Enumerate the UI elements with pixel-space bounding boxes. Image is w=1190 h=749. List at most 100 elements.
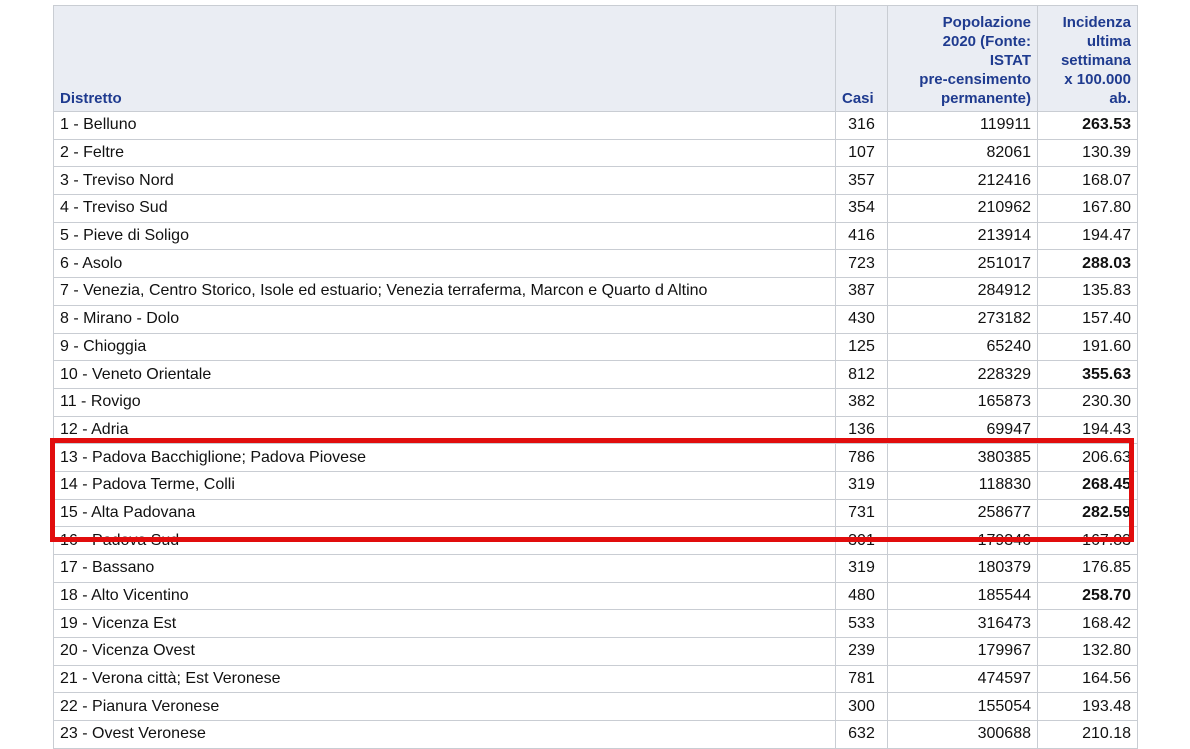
table-row: 5 - Pieve di Soligo 416 213914 194.47: [53, 221, 1138, 251]
cell-district: 23 - Ovest Veronese: [53, 720, 836, 749]
table-row: 10 - Veneto Orientale 812 228329 355.63: [53, 360, 1138, 389]
cell-cases: 125: [835, 332, 888, 362]
cell-population: 284912: [887, 277, 1038, 306]
cell-incidence: 194.47: [1037, 221, 1138, 251]
table-row: 21 - Verona città; Est Veronese 781 474597…: [53, 664, 1138, 694]
header-incidence-line: ab.: [1109, 90, 1131, 107]
cell-incidence: 210.18: [1037, 720, 1138, 749]
header-incidence-line: ultima: [1086, 33, 1131, 50]
cell-incidence: 206.63: [1037, 443, 1138, 472]
header-population-line: pre-censimento: [919, 71, 1031, 88]
table-row: 11 - Rovigo 382 165873 230.30: [53, 387, 1138, 417]
cell-population: 213914: [887, 221, 1038, 251]
cell-incidence: 130.39: [1037, 138, 1138, 168]
cell-population: 474597: [887, 664, 1038, 694]
cell-population: 228329: [887, 360, 1038, 389]
cell-cases: 357: [835, 166, 888, 196]
cell-population: 316473: [887, 609, 1038, 639]
cell-cases: 480: [835, 581, 888, 611]
header-population-line: permanente): [940, 90, 1031, 107]
table-row: 2 - Feltre 107 82061 130.39: [53, 138, 1138, 168]
cell-incidence: 282.59: [1037, 498, 1138, 528]
cell-district: 6 - Asolo: [53, 249, 836, 279]
cell-incidence: 288.03: [1037, 249, 1138, 279]
cell-cases: 533: [835, 609, 888, 639]
cell-incidence: 268.45: [1037, 470, 1138, 500]
cell-incidence: 167.83: [1037, 526, 1138, 555]
cell-district: 3 - Treviso Nord: [53, 166, 836, 196]
cell-cases: 632: [835, 720, 888, 749]
district-table-container: Distretto Casi Popolazione 2020 (Fonte: …: [53, 5, 1138, 749]
district-table: Distretto Casi Popolazione 2020 (Fonte: …: [53, 5, 1138, 749]
header-cases: Casi: [835, 5, 888, 112]
cell-population: 210962: [887, 194, 1038, 223]
table-row: 20 - Vicenza Ovest 239 179967 132.80: [53, 637, 1138, 666]
cell-population: 179967: [887, 637, 1038, 666]
table-row: 9 - Chioggia 125 65240 191.60: [53, 332, 1138, 362]
cell-district: 15 - Alta Padovana: [53, 498, 836, 528]
cell-cases: 812: [835, 360, 888, 389]
cell-incidence: 157.40: [1037, 304, 1138, 334]
cell-cases: 354: [835, 194, 888, 223]
cell-district: 20 - Vicenza Ovest: [53, 637, 836, 666]
cell-population: 65240: [887, 332, 1038, 362]
cell-district: 2 - Feltre: [53, 138, 836, 168]
cell-population: 165873: [887, 387, 1038, 417]
header-incidence-line: Incidenza: [1062, 14, 1131, 31]
cell-population: 185544: [887, 581, 1038, 611]
cell-population: 118830: [887, 470, 1038, 500]
cell-population: 212416: [887, 166, 1038, 196]
cell-incidence: 258.70: [1037, 581, 1138, 611]
table-row: 14 - Padova Terme, Colli 319 118830 268.45: [53, 470, 1138, 500]
table-row: 15 - Alta Padovana 731 258677 282.59: [53, 498, 1138, 528]
header-population-line: ISTAT: [989, 52, 1031, 69]
header-population-line: 2020 (Fonte:: [942, 33, 1031, 50]
cell-incidence: 191.60: [1037, 332, 1138, 362]
cell-cases: 319: [835, 470, 888, 500]
cell-incidence: 355.63: [1037, 360, 1138, 389]
cell-cases: 300: [835, 692, 888, 722]
cell-incidence: 263.53: [1037, 111, 1138, 140]
cell-incidence: 230.30: [1037, 387, 1138, 417]
table-row: 19 - Vicenza Est 533 316473 168.42: [53, 609, 1138, 639]
table-row: 17 - Bassano 319 180379 176.85: [53, 554, 1138, 583]
table-row: 1 - Belluno 316 119911 263.53: [53, 111, 1138, 140]
header-population: Popolazione 2020 (Fonte: ISTAT pre-censi…: [887, 5, 1038, 112]
table-body: 1 - Belluno 316 119911 263.53 2 - Feltre 107 8…: [53, 111, 1138, 749]
table-row: 16 - Padova Sud 301 179346 167.83: [53, 526, 1138, 555]
cell-cases: 239: [835, 637, 888, 666]
cell-district: 10 - Veneto Orientale: [53, 360, 836, 389]
cell-cases: 731: [835, 498, 888, 528]
cell-district: 11 - Rovigo: [53, 387, 836, 417]
cell-district: 16 - Padova Sud: [53, 526, 836, 555]
cell-population: 82061: [887, 138, 1038, 168]
table-row: 23 - Ovest Veronese 632 300688 210.18: [53, 720, 1138, 749]
table-row: 4 - Treviso Sud 354 210962 167.80: [53, 194, 1138, 223]
cell-incidence: 168.07: [1037, 166, 1138, 196]
table-row: 12 - Adria 136 69947 194.43: [53, 415, 1138, 445]
header-incidence-line: x 100.000: [1064, 71, 1131, 88]
cell-district: 4 - Treviso Sud: [53, 194, 836, 223]
cell-incidence: 194.43: [1037, 415, 1138, 445]
header-district: Distretto: [53, 5, 836, 112]
header-row: Distretto Casi Popolazione 2020 (Fonte: …: [53, 5, 1138, 112]
cell-cases: 319: [835, 554, 888, 583]
cell-district: 1 - Belluno: [53, 111, 836, 140]
table-row: 18 - Alto Vicentino 480 185544 258.70: [53, 581, 1138, 611]
cell-district: 12 - Adria: [53, 415, 836, 445]
cell-population: 273182: [887, 304, 1038, 334]
cell-cases: 781: [835, 664, 888, 694]
cell-incidence: 176.85: [1037, 554, 1138, 583]
table-header: Distretto Casi Popolazione 2020 (Fonte: …: [53, 5, 1138, 112]
cell-population: 251017: [887, 249, 1038, 279]
cell-incidence: 132.80: [1037, 637, 1138, 666]
cell-district: 21 - Verona città; Est Veronese: [53, 664, 836, 694]
cell-district: 22 - Pianura Veronese: [53, 692, 836, 722]
cell-district: 9 - Chioggia: [53, 332, 836, 362]
cell-cases: 382: [835, 387, 888, 417]
table-row: 7 - Venezia, Centro Storico, Isole ed es…: [53, 277, 1138, 306]
cell-cases: 387: [835, 277, 888, 306]
cell-cases: 136: [835, 415, 888, 445]
cell-incidence: 164.56: [1037, 664, 1138, 694]
cell-population: 300688: [887, 720, 1038, 749]
